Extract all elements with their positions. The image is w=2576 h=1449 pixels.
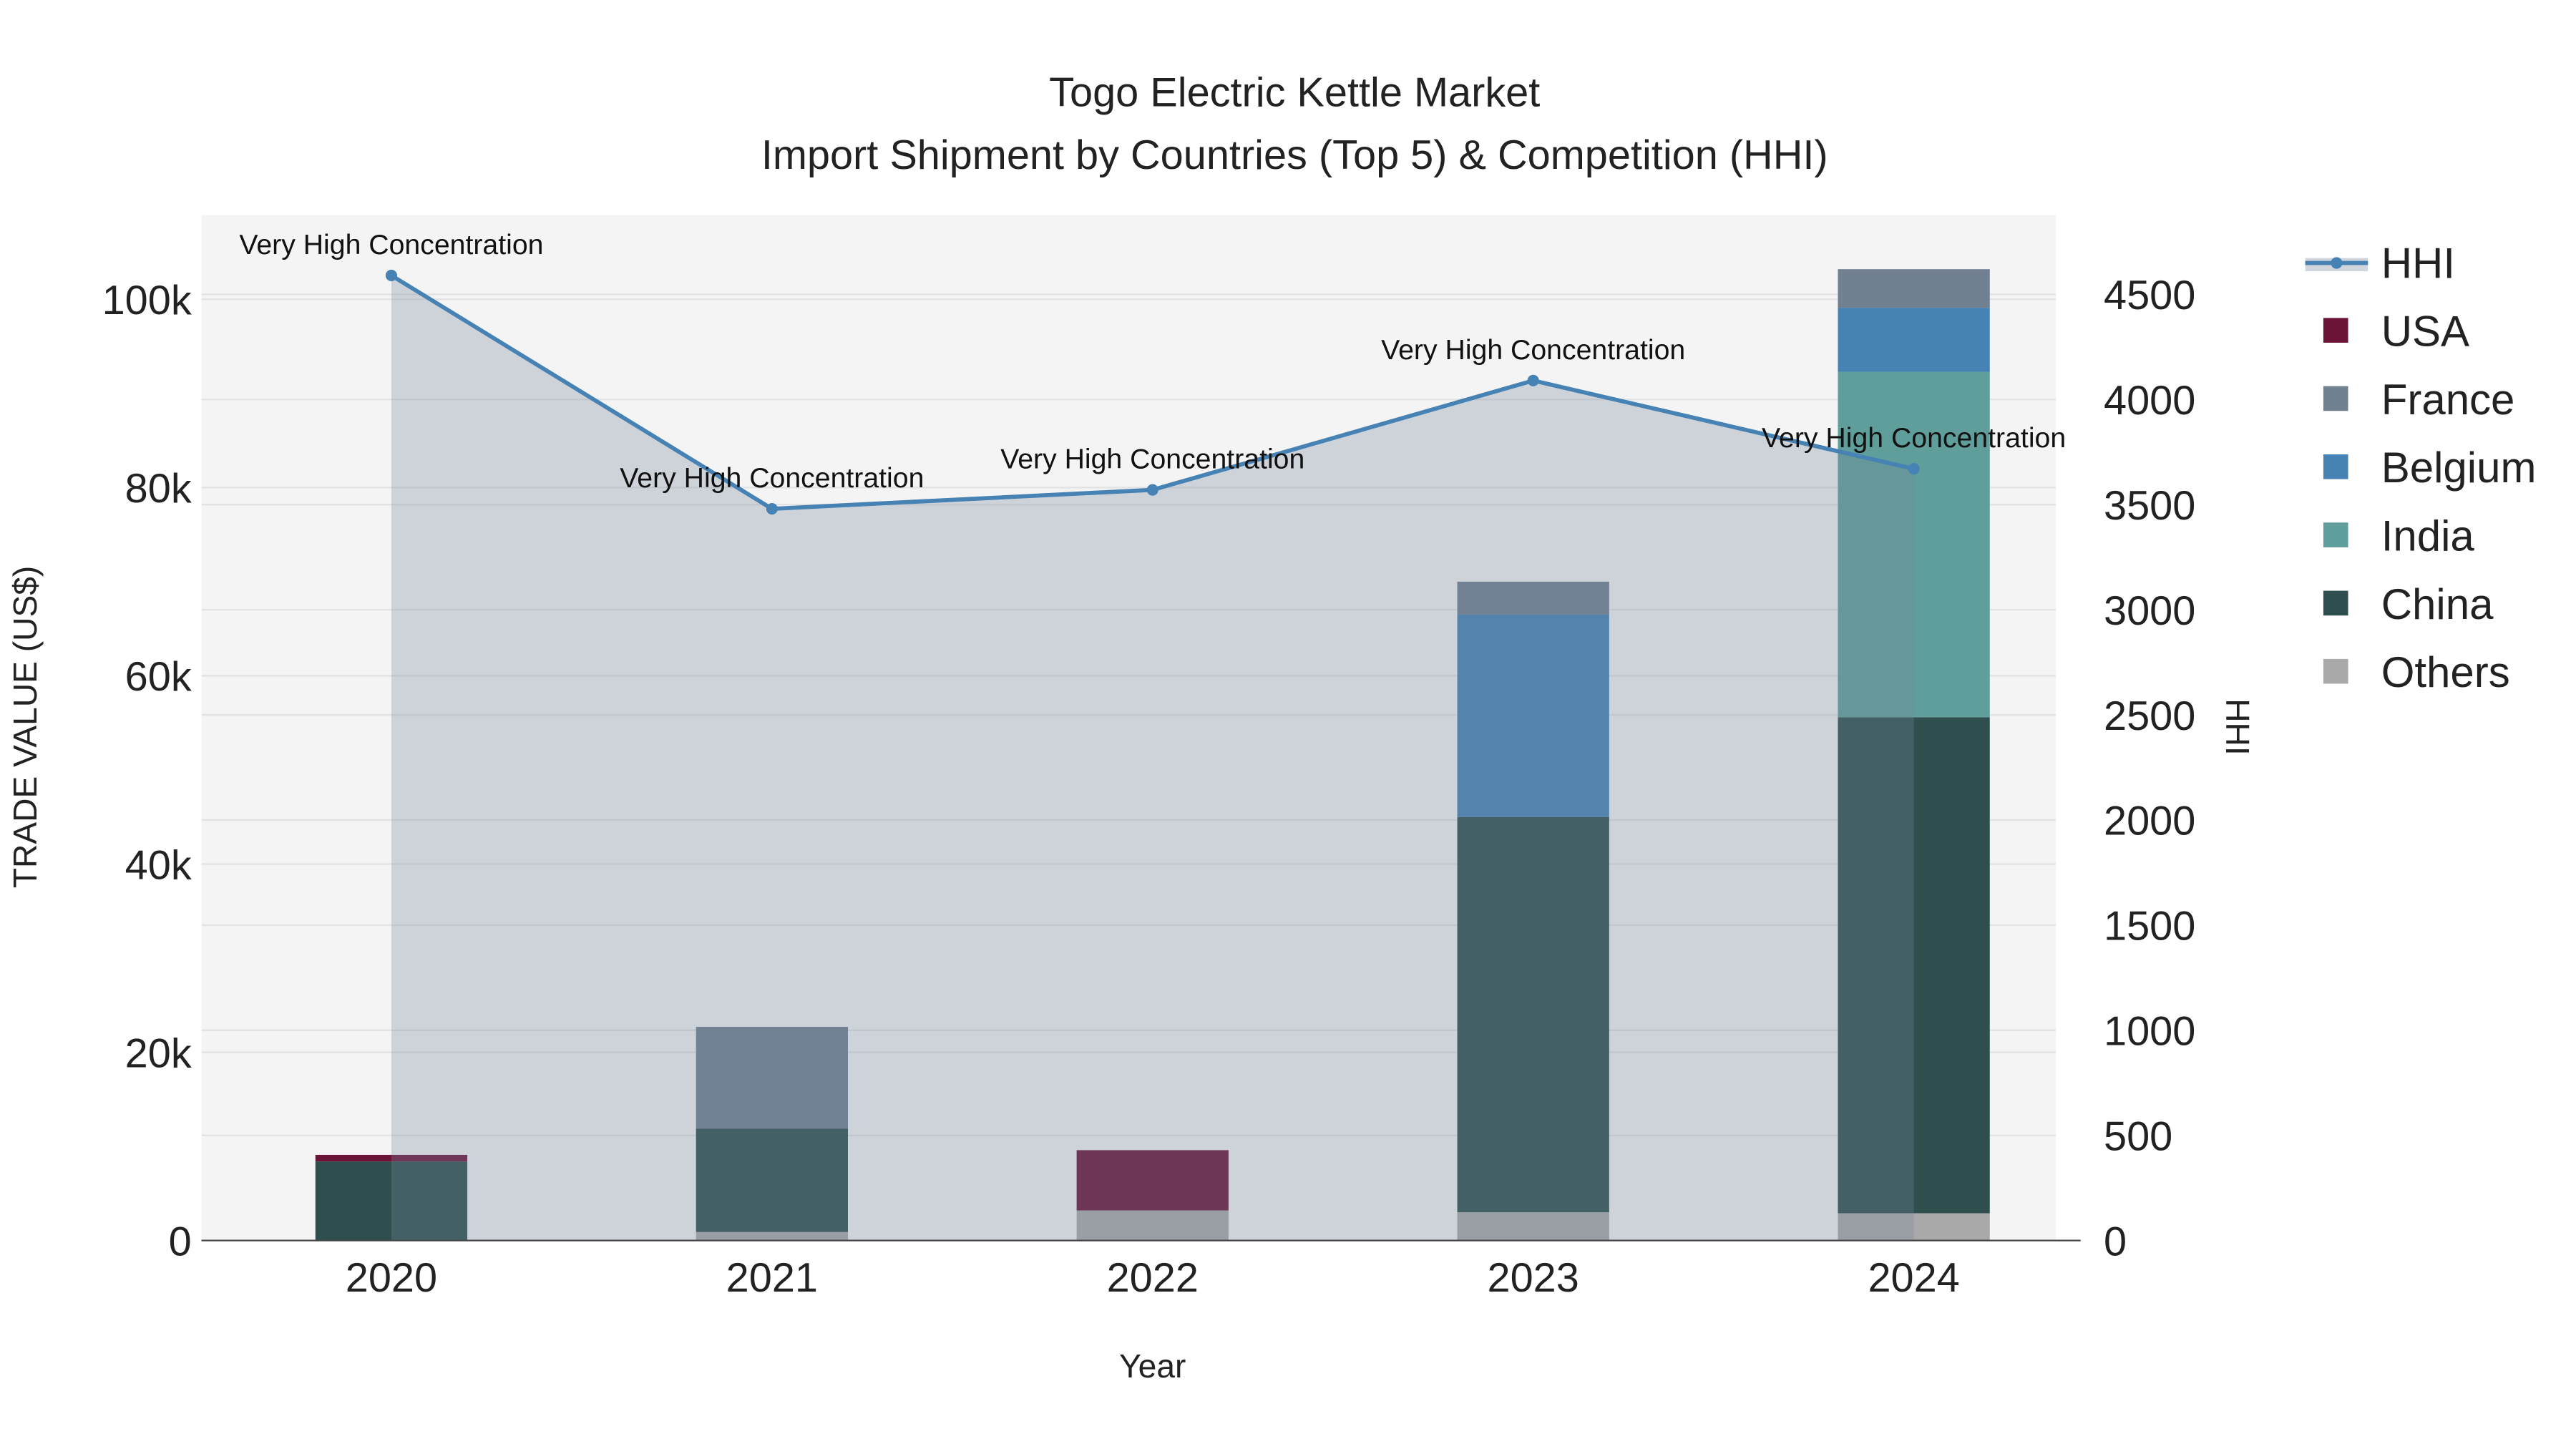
legend-label: Others [2381,648,2510,696]
x-tick-label: 2023 [1488,1255,1579,1301]
legend-swatch [2323,590,2348,616]
chart: Very High Concentration Very High Concent… [6,69,2537,1385]
y2-tick-label: 1500 [2104,904,2195,950]
hhi-annotation: Very High Concentration [1762,422,2066,454]
legend-label: Belgium [2381,444,2537,492]
y2-tick-label: 0 [2104,1219,2127,1264]
y2-tick-label: 3000 [2104,588,2195,634]
x-axis-label: Year [1119,1347,1186,1385]
legend-swatch [2323,522,2348,547]
legend-item-china[interactable]: China [2323,580,2494,628]
legend-swatch-hhi-marker [2331,257,2343,269]
legend-swatch [2323,454,2348,479]
x-tick-label: 2020 [346,1255,437,1301]
x-tick-label: 2022 [1107,1255,1199,1301]
x-tick-label: 2021 [726,1255,818,1301]
hhi-annotation: Very High Concentration [239,229,543,260]
y2-tick-label: 4500 [2104,273,2195,318]
legend-swatch [2323,386,2348,411]
hhi-point [1527,374,1539,386]
legend-item-usa[interactable]: USA [2323,308,2469,356]
hhi-annotation: Very High Concentration [620,462,924,494]
hhi-point [1908,463,1920,475]
legend-item-hhi[interactable]: HHI [2305,239,2455,287]
legend-item-india[interactable]: India [2323,512,2475,560]
chart-title: Togo Electric Kettle Market [1049,69,1540,115]
y-tick-label: 100k [102,278,192,323]
y2-tick-label: 3500 [2104,483,2195,529]
legend-item-belgium[interactable]: Belgium [2323,444,2537,492]
legend-swatch [2323,658,2348,684]
legend-swatch [2323,318,2348,343]
legend-item-others[interactable]: Others [2323,648,2510,696]
y-tick-label: 0 [169,1219,192,1264]
bar-belgium [1838,308,1990,372]
legend-label: France [2381,376,2515,424]
y2-tick-label: 1000 [2104,1009,2195,1055]
legend[interactable]: HHI USA France Belgium India China Others [2305,239,2537,696]
hhi-annotation: Very High Concentration [1381,334,1685,366]
hhi-annotation: Very High Concentration [1000,444,1304,475]
legend-label: HHI [2381,239,2455,287]
y-tick-label: 20k [125,1030,192,1076]
x-tick-label: 2024 [1868,1255,1959,1301]
y2-axis-label: HHI [2219,698,2256,755]
legend-label: India [2381,512,2475,560]
legend-label: USA [2381,308,2469,356]
hhi-point [1146,484,1158,496]
y-tick-label: 40k [125,842,192,888]
legend-item-france[interactable]: France [2323,376,2515,424]
hhi-point [385,269,397,281]
hhi-point [766,502,778,515]
legend-label: China [2381,580,2494,628]
y2-tick-label: 2500 [2104,693,2195,739]
y2-tick-label: 500 [2104,1113,2172,1159]
y-tick-label: 80k [125,466,192,512]
chart-subtitle: Import Shipment by Countries (Top 5) & C… [761,132,1828,178]
y-axis-label: TRADE VALUE (US$) [6,566,44,888]
y-tick-label: 60k [125,654,192,700]
y2-tick-label: 4000 [2104,378,2195,424]
bar-france [1838,269,1990,308]
y2-tick-label: 2000 [2104,799,2195,844]
